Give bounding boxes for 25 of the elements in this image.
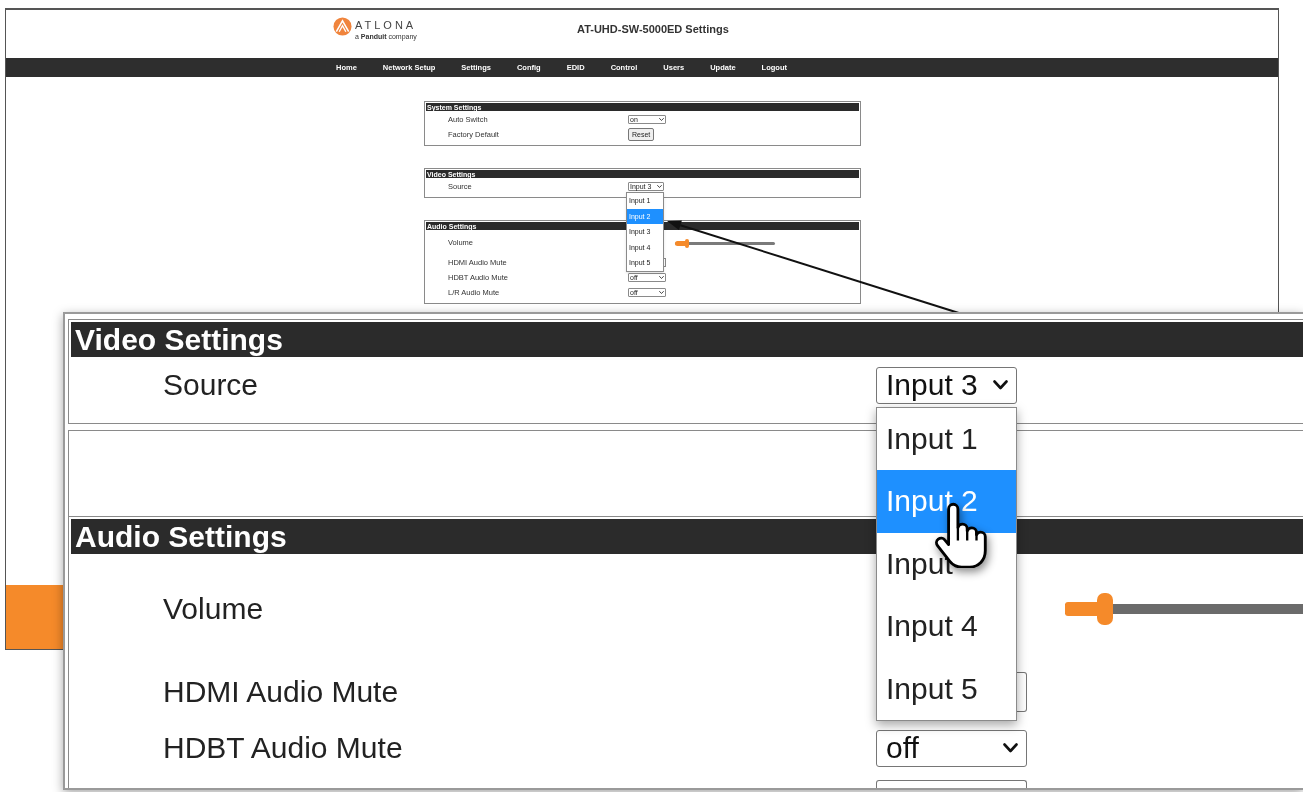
- slider-thumb[interactable]: [685, 238, 689, 248]
- field-label: Source: [163, 370, 260, 400]
- field-label: Volume: [163, 594, 265, 624]
- logo-wordmark: ATLONA: [355, 20, 417, 31]
- slider-thumb[interactable]: [1097, 593, 1114, 625]
- page-title: AT-UHD-SW-5000ED Settings: [577, 24, 729, 35]
- chevron-down-icon: [659, 118, 664, 121]
- dropdown-option[interactable]: Input 5: [877, 657, 1016, 720]
- logo-icon: [333, 17, 352, 36]
- section-header: Video Settings: [71, 322, 1303, 357]
- footer-bar: [6, 585, 64, 649]
- chevron-down-icon: [1003, 743, 1018, 753]
- select-field[interactable]: [876, 780, 1027, 788]
- chevron-down-icon: [659, 276, 664, 279]
- slider-track[interactable]: [675, 241, 775, 245]
- field-label: HDBT Audio Mute: [163, 733, 404, 763]
- chevron-down-icon: [659, 291, 664, 294]
- select-field[interactable]: off: [876, 729, 1027, 767]
- select-field[interactable]: Input 3: [876, 366, 1017, 404]
- field-label: HDMI Audio Mute: [163, 677, 400, 707]
- dropdown-option[interactable]: Input 1: [877, 407, 1016, 470]
- dropdown-option[interactable]: Input 4: [877, 595, 1016, 658]
- select-field[interactable]: [1017, 672, 1027, 712]
- chevron-down-icon: [993, 380, 1008, 390]
- chevron-down-icon: [657, 185, 662, 188]
